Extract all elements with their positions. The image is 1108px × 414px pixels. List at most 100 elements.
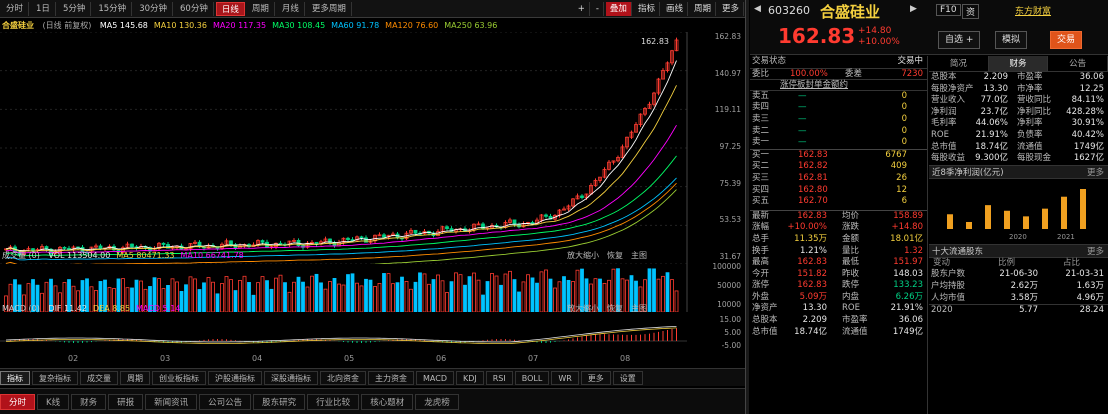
indicator-tab[interactable]: 周期 <box>120 370 150 385</box>
indicator-tab[interactable]: 成交量 <box>80 370 118 385</box>
order-row[interactable]: 买一 162.83 6767 <box>750 150 927 162</box>
panel-tab[interactable]: 放大缩小 <box>567 251 599 260</box>
toolbar-button[interactable]: 指标 <box>634 1 660 16</box>
panel-tab[interactable]: 主图 <box>631 251 647 260</box>
period-tab[interactable]: 分时 <box>1 1 30 16</box>
holder-header: 十大流通股东 更多 <box>929 243 1108 259</box>
f10-rows: 总股本 2.209 市盈率 36.06 每股净资产 13.30 市净率 12.25 营业收入 77… <box>929 72 1108 165</box>
bottom-tab[interactable]: 分时 <box>0 393 36 410</box>
indicator-tab[interactable]: 深股通指标 <box>264 370 318 385</box>
period-tab[interactable]: 更多周期 <box>307 1 352 16</box>
date-axis: 02 03 04 05 06 07 08 <box>0 354 687 366</box>
period-tab[interactable]: 60分钟 <box>175 1 214 16</box>
next-stock-icon[interactable]: ▶ <box>910 4 917 14</box>
toolbar-button[interactable]: 画线 <box>662 1 688 16</box>
year-row: 2020 5.77 28.24 <box>929 304 1108 316</box>
info-icon[interactable]: 资 <box>962 4 980 19</box>
broker-link[interactable]: 东方财富 <box>1015 4 1051 17</box>
indicator-tab[interactable]: WR <box>551 370 579 385</box>
order-row[interactable]: 买五 162.70 6 <box>750 196 927 208</box>
indicator-tab[interactable]: KDJ <box>455 370 484 385</box>
toolbar-button[interactable]: - <box>592 1 604 16</box>
period-tab[interactable]: 月线 <box>277 1 305 16</box>
f10-value: 21.91% <box>975 129 1008 140</box>
indicator-tab[interactable]: 更多 <box>580 370 611 385</box>
indicator-tab[interactable]: 复杂指标 <box>32 370 78 385</box>
toolbar-button[interactable]: + <box>574 1 590 16</box>
f10-label: 净利同比 <box>1017 106 1052 117</box>
volume-legend-values: VOL 113504.00 MA5 80471.33 MA10 66741.78 <box>48 251 249 260</box>
f10-tab[interactable]: 公告 <box>1048 56 1108 71</box>
order-row[interactable]: 买三 162.81 26 <box>750 173 927 185</box>
f10-row: 营业收入 77.0亿 营收同比 84.11% <box>929 95 1108 107</box>
trade-button[interactable]: 交易 <box>1050 31 1083 49</box>
volume-bar <box>373 286 377 312</box>
indicator-tab[interactable]: BOLL <box>514 370 550 385</box>
bottom-tab[interactable]: 股东研究 <box>253 393 306 410</box>
prev-stock-icon[interactable]: ◀ <box>754 4 761 14</box>
f10-icon[interactable]: F10 <box>936 4 961 16</box>
candle-body <box>359 236 364 239</box>
toolbar-button[interactable]: 周期 <box>690 1 716 16</box>
order-row[interactable]: 卖二 — 0 <box>750 126 927 138</box>
bottom-tab[interactable]: 行业比较 <box>307 393 360 410</box>
stat-label: 量比 <box>842 245 860 256</box>
toolbar-button[interactable]: 叠加 <box>605 1 632 16</box>
add-watchlist-button[interactable]: 自选 + <box>938 31 981 49</box>
order-volume: 0 <box>901 90 907 101</box>
macd-chart[interactable] <box>0 315 745 353</box>
panel-tab[interactable]: 放大缩小 <box>567 304 599 313</box>
bottom-tab[interactable]: 财务 <box>71 393 107 410</box>
indicator-value: DIF 11.42 <box>48 304 87 313</box>
bottom-tab[interactable]: K线 <box>37 393 70 410</box>
period-tab[interactable]: 5分钟 <box>58 1 92 16</box>
volume-bar <box>310 275 314 312</box>
f10-tab[interactable]: 财务 <box>988 56 1049 71</box>
indicator-tab[interactable]: MACD <box>416 370 454 385</box>
price-axis: 162.83 140.97 119.11 97.25 75.39 53.53 31.67 <box>687 32 745 264</box>
order-row[interactable]: 卖四 — 0 <box>750 102 927 114</box>
bottom-tab[interactable]: 核心题材 <box>361 393 414 410</box>
period-tab[interactable]: 周期 <box>247 1 275 16</box>
order-row[interactable]: 卖一 — 0 <box>750 137 927 149</box>
volume-bar <box>512 279 517 312</box>
period-tab[interactable]: 30分钟 <box>134 1 174 16</box>
panel-tab[interactable]: 恢复 <box>607 304 623 313</box>
kline-chart[interactable]: 162.83 <box>0 32 745 264</box>
f10-row: ROE 21.91% 负债率 40.42% <box>929 130 1108 142</box>
f10-label: ROE <box>931 129 949 140</box>
indicator-tab[interactable]: 指标 <box>0 370 30 385</box>
indicator-tab[interactable]: 沪股通指标 <box>208 370 262 385</box>
period-tab[interactable]: 15分钟 <box>93 1 133 16</box>
axis-tick: 119.11 <box>714 105 741 115</box>
period-tab[interactable]: 1日 <box>31 1 56 16</box>
panel-tab[interactable]: 恢复 <box>607 251 623 260</box>
simulate-button[interactable]: 模拟 <box>995 31 1028 49</box>
indicator-tab[interactable]: RSI <box>485 370 513 385</box>
f10-label: 每股现金 <box>1017 153 1052 164</box>
panel-tab[interactable]: 主图 <box>631 304 647 313</box>
volume-bar <box>503 273 508 312</box>
toolbar-button[interactable]: 更多 <box>718 1 744 16</box>
period-tab[interactable]: 日线 <box>215 1 245 16</box>
order-row[interactable]: 卖三 — 0 <box>750 114 927 126</box>
indicator-tab[interactable]: 创业板指标 <box>152 370 206 385</box>
volume-bar <box>202 282 206 312</box>
bottom-tab[interactable]: 公司公告 <box>199 393 252 410</box>
indicator-tab[interactable]: 设置 <box>612 370 643 385</box>
indicator-tab[interactable]: 北向资金 <box>320 370 366 385</box>
order-row[interactable]: 卖五 — 0 <box>750 91 927 103</box>
stat-row: 最高 162.83 最低 151.97 <box>750 257 927 269</box>
bottom-tab[interactable]: 研报 <box>108 393 144 410</box>
indicator-tab[interactable]: 主力资金 <box>368 370 414 385</box>
stat-row: 总手 11.35万 金额 18.01亿 <box>750 234 927 246</box>
bottom-tab[interactable]: 新闻资讯 <box>145 393 198 410</box>
f10-tab[interactable]: 简况 <box>929 56 989 71</box>
profit-more-link[interactable]: 更多 <box>1087 166 1104 180</box>
panel-splitter[interactable] <box>745 0 749 414</box>
ma-line <box>5 60 677 252</box>
holder-more-link[interactable]: 更多 <box>1087 245 1104 259</box>
order-row[interactable]: 买四 162.80 12 <box>750 185 927 197</box>
order-row[interactable]: 买二 162.82 409 <box>750 161 927 173</box>
bottom-tab[interactable]: 龙虎榜 <box>415 393 459 410</box>
